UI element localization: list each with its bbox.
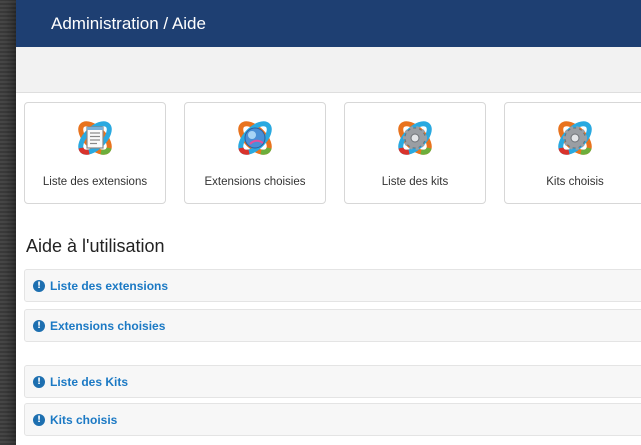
help-item-label: Liste des Kits	[50, 374, 129, 389]
info-icon: !	[33, 279, 45, 292]
help-item-label: Kits choisis	[50, 412, 118, 427]
info-icon: !	[33, 413, 45, 426]
help-section-title: Aide à l'utilisation	[26, 236, 165, 256]
extensions-list-icon	[78, 121, 112, 155]
kits-chosen-icon	[558, 121, 592, 155]
tile-label: Kits choisis	[546, 176, 604, 188]
tile-kits-chosen[interactable]: Kits choisis	[504, 102, 641, 204]
help-item-extensions-list[interactable]: ! Liste des extensions	[24, 269, 641, 302]
info-icon: !	[33, 319, 45, 332]
help-item-extensions-chosen[interactable]: ! Extensions choisies	[24, 309, 641, 342]
info-icon: !	[33, 375, 45, 388]
extensions-chosen-icon	[238, 121, 272, 155]
app-window: Administration / Aide Liste des extensio…	[16, 0, 641, 445]
page-title: Administration / Aide	[51, 13, 206, 33]
tile-label: Extensions choisies	[204, 176, 306, 188]
title-bar: Administration / Aide	[16, 0, 641, 47]
help-item-kits-chosen[interactable]: ! Kits choisis	[24, 403, 641, 436]
toolbar	[16, 47, 641, 93]
tile-extensions-chosen[interactable]: Extensions choisies	[184, 102, 326, 204]
kits-list-icon	[398, 121, 432, 155]
tile-kits-list[interactable]: Liste des kits	[344, 102, 486, 204]
tile-label: Liste des extensions	[42, 176, 148, 188]
help-item-label: Liste des extensions	[50, 278, 169, 293]
help-item-kits-list[interactable]: ! Liste des Kits	[24, 365, 641, 398]
tile-extensions-list[interactable]: Liste des extensions	[24, 102, 166, 204]
help-item-label: Extensions choisies	[50, 318, 166, 333]
tile-label: Liste des kits	[381, 176, 449, 188]
